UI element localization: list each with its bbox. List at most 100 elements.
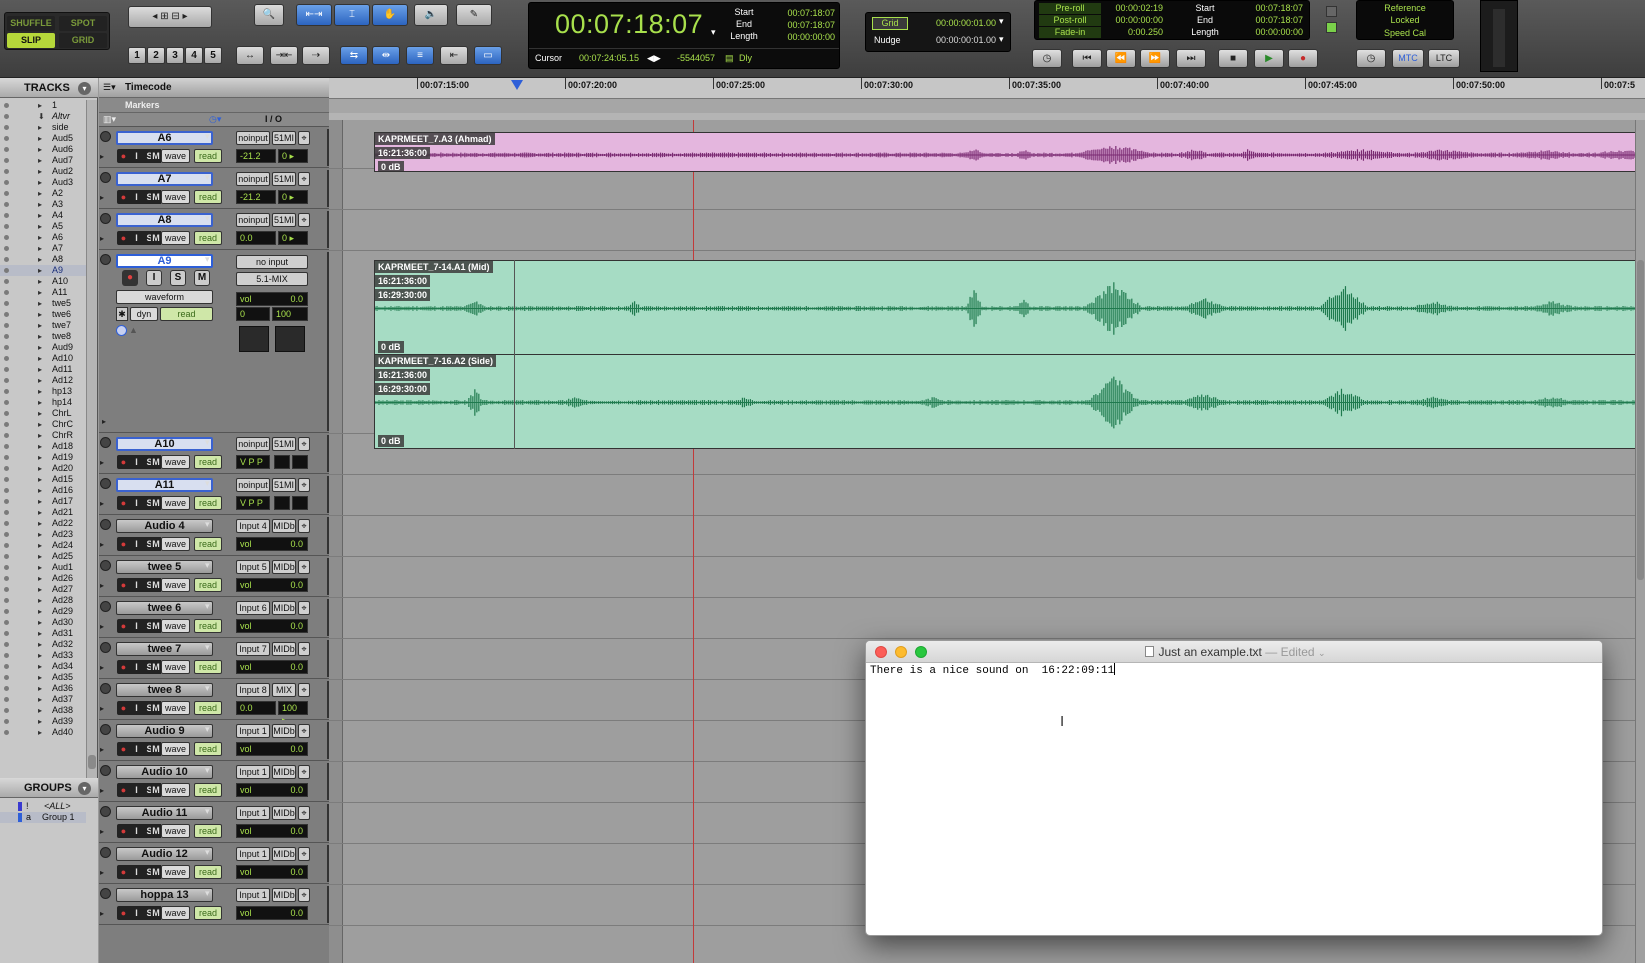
track-io-extra-icon[interactable]: ⌖: [298, 683, 310, 697]
track-header[interactable]: twee 8▾▸●ISMwavereadInput 8MIX⌖0.0100 ▸: [99, 679, 330, 725]
track-comments-icon[interactable]: ▲: [129, 325, 138, 335]
scrubber-tool-icon[interactable]: 🔈: [414, 4, 448, 26]
online-indicator[interactable]: [1326, 6, 1337, 17]
track-color-dot[interactable]: [100, 806, 111, 817]
track-name-dropdown-icon[interactable]: ▾: [205, 888, 210, 899]
mute-button[interactable]: M: [151, 783, 161, 797]
track-list-item[interactable]: ▸ Ad17: [0, 496, 86, 507]
track-io-extra-icon[interactable]: ⌖: [298, 806, 310, 820]
track-header[interactable]: twee 6 ▾ ▸ ● I S Mwave read Input 6 MIDb ⌖ vol 0.0: [99, 597, 330, 638]
pan-grid-2[interactable]: [275, 326, 305, 352]
track-list-item[interactable]: ▸ A6: [0, 232, 86, 243]
track-name-dropdown-icon[interactable]: ▾: [205, 765, 210, 776]
record-enable-icon[interactable]: ●: [117, 537, 130, 551]
clip-a9-mid[interactable]: KAPRMEET_7-14.A1 (Mid) 16:21:36:00 16:29…: [374, 260, 1645, 355]
tracks-list-scrollbar[interactable]: [86, 100, 97, 790]
track-input-selector[interactable]: Input 1: [236, 806, 270, 820]
spot-mode-button[interactable]: SPOT: [59, 16, 107, 31]
track-name[interactable]: A7: [116, 172, 213, 186]
track-list-item[interactable]: ▸ Ad11: [0, 364, 86, 375]
track-name[interactable]: A9: [116, 254, 213, 268]
track-output-selector[interactable]: 51MI: [272, 213, 296, 227]
track-list-item[interactable]: ▸ Ad27: [0, 584, 86, 595]
track-list-item[interactable]: ▸ Ad29: [0, 606, 86, 617]
expand-track-icon[interactable]: ▸: [100, 499, 104, 508]
automation-mode-selector[interactable]: read: [194, 190, 222, 204]
track-input-selector[interactable]: Input 4: [236, 519, 270, 533]
expand-track-icon[interactable]: ▸: [100, 786, 104, 795]
mute-button[interactable]: M: [151, 455, 161, 469]
markers-ruler[interactable]: [329, 98, 1645, 113]
track-list-item[interactable]: ▸ twe5: [0, 298, 86, 309]
mute-button[interactable]: M: [151, 496, 161, 510]
preroll-label[interactable]: Pre-roll: [1039, 3, 1101, 14]
mute-button[interactable]: M: [151, 701, 161, 715]
textedit-content[interactable]: There is a nice sound on 16:22:09:11: [870, 663, 1116, 679]
track-volume[interactable]: vol 0.0: [236, 292, 308, 306]
expand-track-icon[interactable]: ▸: [100, 458, 104, 467]
mute-button[interactable]: M: [151, 906, 161, 920]
automation-mode-selector[interactable]: read: [194, 578, 222, 592]
track-list-item[interactable]: ▸ Ad34: [0, 661, 86, 672]
track-list-item[interactable]: ▸ Ad20: [0, 463, 86, 474]
track-list-item[interactable]: ▸ side: [0, 122, 86, 133]
track-visible-dot[interactable]: [4, 312, 9, 317]
track-visible-dot[interactable]: [4, 609, 9, 614]
track-list-item[interactable]: ▸ A10: [0, 276, 86, 287]
track-name[interactable]: Audio 12: [116, 847, 213, 861]
track-output-selector[interactable]: MIDb: [272, 724, 296, 738]
track-header[interactable]: A10 ▾ ▸ ● I S Mwave read noinput 51MI ⌖ V P P: [99, 433, 330, 474]
sync-indicator[interactable]: [1326, 22, 1337, 33]
automation-mode-selector[interactable]: read: [194, 742, 222, 756]
track-header[interactable]: twee 5 ▾ ▸ ● I S Mwave read Input 5 MIDb ⌖ vol 0.0: [99, 556, 330, 597]
track-header[interactable]: A7 ▾ ▸ ● I S Mwave read noinput 51MI ⌖ -21.2 0 ▸: [99, 168, 330, 209]
track-volume-value[interactable]: 0.0: [236, 701, 276, 715]
track-list-item[interactable]: ▸ Ad38: [0, 705, 86, 716]
track-visible-dot[interactable]: [4, 169, 9, 174]
expand-track-icon[interactable]: ▸: [100, 540, 104, 549]
expand-track-icon[interactable]: ▸: [100, 234, 104, 243]
track-output-selector[interactable]: MIDb: [272, 601, 296, 615]
textedit-titlebar[interactable]: Just an example.txt — Edited ⌄: [866, 641, 1602, 663]
track-header[interactable]: Audio 4 ▾ ▸ ● I S Mwave read Input 4 MIDb ⌖ vol 0.0: [99, 515, 330, 556]
track-header[interactable]: A8 ▾ ▸ ● I S Mwave read noinput 51MI ⌖ 0.0 0 ▸: [99, 209, 330, 250]
track-list-item[interactable]: ▸ Ad22: [0, 518, 86, 529]
track-input-selector[interactable]: Input 8: [236, 683, 270, 697]
main-timecode[interactable]: 00:07:18:07: [555, 9, 703, 40]
expand-track-icon[interactable]: ▸: [100, 868, 104, 877]
grid-mode-button[interactable]: GRID: [59, 33, 107, 48]
group-all-row[interactable]: ! <ALL>: [0, 801, 86, 812]
track-view-selector[interactable]: wave: [161, 865, 190, 879]
input-monitor-button[interactable]: I: [130, 149, 143, 163]
mute-button[interactable]: M: [151, 619, 161, 633]
track-view-selector[interactable]: wave: [161, 824, 190, 838]
track-list-item[interactable]: ▸ Aud7: [0, 155, 86, 166]
mute-button[interactable]: M: [151, 865, 161, 879]
preroll-value[interactable]: 00:00:02:19: [1103, 3, 1163, 13]
track-list-item[interactable]: ▸ A3: [0, 199, 86, 210]
record-enable-icon[interactable]: ●: [122, 270, 138, 286]
track-color-dot[interactable]: [100, 642, 111, 653]
counter-dropdown-icon[interactable]: ▾: [711, 27, 716, 38]
input-monitor-button[interactable]: I: [130, 619, 143, 633]
track-list-item[interactable]: ▸ Aud6: [0, 144, 86, 155]
track-name[interactable]: hoppa 13: [116, 888, 213, 902]
track-list-item[interactable]: ▸ Ad28: [0, 595, 86, 606]
slip-mode-button[interactable]: SLIP: [7, 33, 55, 48]
record-enable-icon[interactable]: ●: [117, 783, 130, 797]
track-list-item[interactable]: ▸ ChrC: [0, 419, 86, 430]
track-visible-dot[interactable]: [4, 455, 9, 460]
automation-mode-selector[interactable]: read: [194, 496, 222, 510]
track-view-selector[interactable]: wave: [161, 783, 190, 797]
track-list-item[interactable]: ▸ A7: [0, 243, 86, 254]
markers-ruler-label[interactable]: Markers: [125, 100, 160, 110]
input-monitor-button[interactable]: I: [130, 783, 143, 797]
track-visible-dot[interactable]: [4, 488, 9, 493]
track-visible-dot[interactable]: [4, 389, 9, 394]
track-volume[interactable]: vol 0.0: [236, 783, 308, 797]
track-header[interactable]: Audio 11 ▾ ▸ ● I S Mwave read Input 1 MIDb ⌖ vol 0.0: [99, 802, 330, 843]
track-list-item[interactable]: ▸ Aud1: [0, 562, 86, 573]
track-visible-dot[interactable]: [4, 246, 9, 251]
track-input-selector[interactable]: Input 1: [236, 888, 270, 902]
keyboard-focus-icon[interactable]: ≡: [406, 46, 434, 65]
